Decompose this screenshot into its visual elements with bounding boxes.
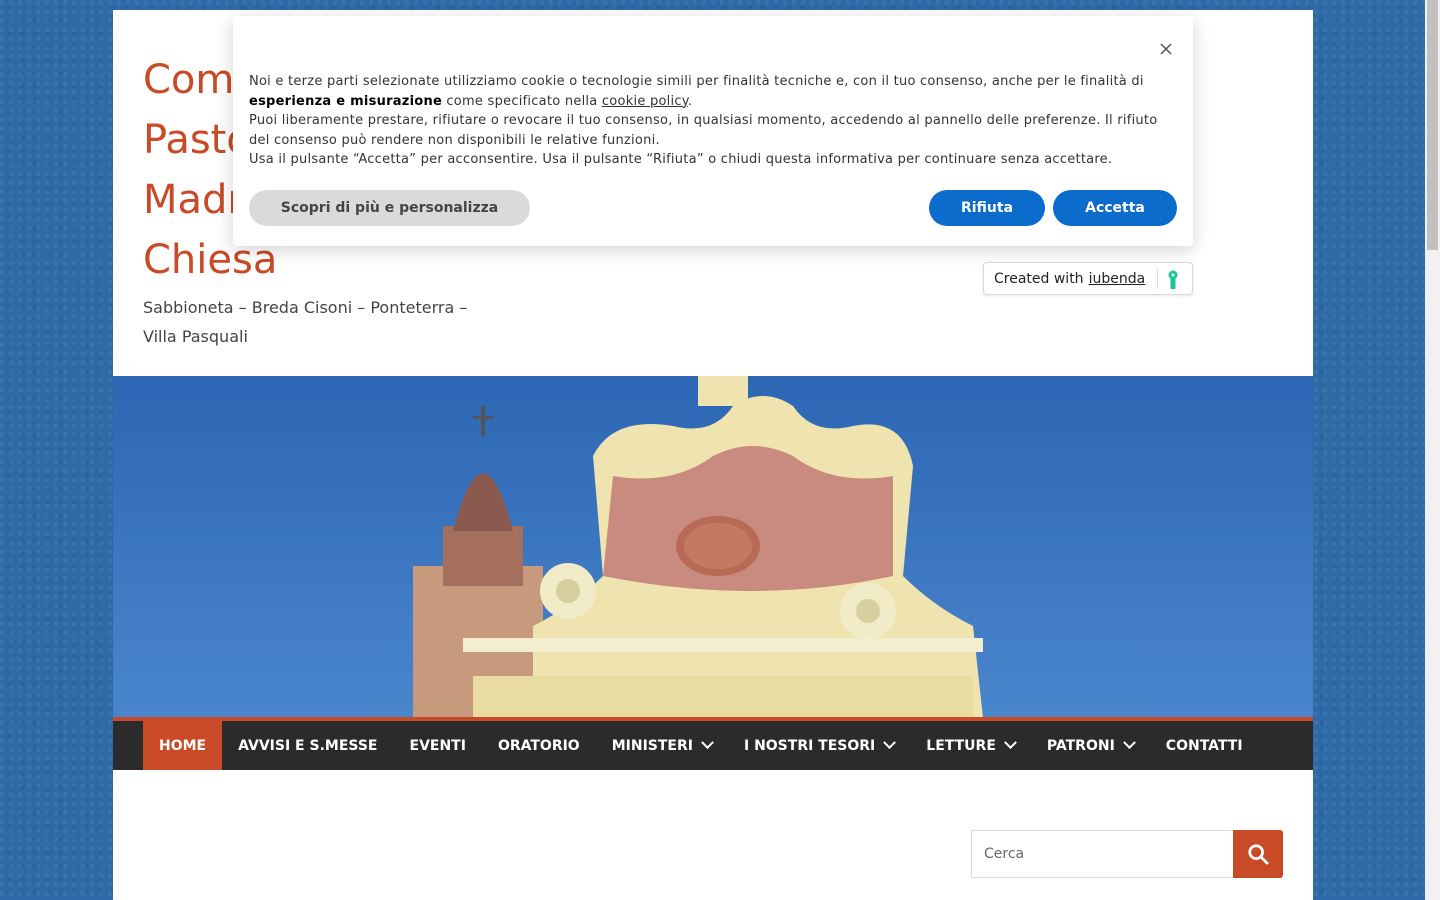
site-tagline: Sabbioneta – Breda Cisoni – Ponteterra –… <box>143 298 468 346</box>
search-input[interactable] <box>971 830 1233 878</box>
cookie-text-line: Puoi liberamente prestare, rifiutare o r… <box>249 113 1158 148</box>
iubenda-prefix: Created with <box>994 270 1084 287</box>
cookie-banner-text: Noi e terze parti selezionate utilizziam… <box>249 72 1169 170</box>
nav-item-eventi[interactable]: EVENTI <box>394 721 482 770</box>
cookie-policy-link[interactable]: cookie policy <box>602 94 688 109</box>
nav-item-label: ORATORIO <box>497 737 580 754</box>
nav-item-label: CONTATTI <box>1165 737 1243 754</box>
nav-item-label: MINISTERI <box>611 737 693 754</box>
cookie-text-part: . <box>687 93 693 109</box>
chevron-down-icon <box>883 736 897 750</box>
nav-item-label: HOME <box>159 737 207 754</box>
nav-item-oratorio[interactable]: ORATORIO <box>482 721 596 770</box>
nav-item-label: EVENTI <box>409 737 466 754</box>
close-icon <box>1160 43 1172 55</box>
search-icon <box>1248 844 1269 865</box>
iubenda-link[interactable]: iubenda <box>1089 271 1146 287</box>
nav-item-contatti[interactable]: CONTATTI <box>1150 721 1259 770</box>
scrollbar-thumb[interactable] <box>1427 0 1438 250</box>
nav-item-avvisi[interactable]: AVVISI E S.MESSE <box>222 721 393 770</box>
church-facade-image <box>113 376 1313 718</box>
divider <box>1157 269 1158 289</box>
nav-item-label: AVVISI E S.MESSE <box>238 737 378 754</box>
search-form <box>971 830 1283 878</box>
cookie-text-line: Usa il pulsante “Accetta” per acconsenti… <box>249 152 1113 167</box>
cookie-banner: Noi e terze parti selezionate utilizziam… <box>233 16 1193 246</box>
cookie-text-part: Noi e terze parti selezionate utilizziam… <box>249 74 1144 89</box>
nav-item-label: PATRONI <box>1046 737 1115 754</box>
main-navigation: HOME AVVISI E S.MESSE EVENTI ORATORIO MI… <box>113 721 1313 770</box>
nav-item-letture[interactable]: LETTURE <box>910 721 1031 770</box>
accept-button[interactable]: Accetta <box>1053 190 1177 226</box>
nav-item-label: I NOSTRI TESORI <box>743 737 876 754</box>
iubenda-badge[interactable]: Created with iubenda <box>983 262 1193 295</box>
nav-item-home[interactable]: HOME <box>143 721 223 770</box>
customize-button[interactable]: Scopri di più e personalizza <box>249 190 530 226</box>
chevron-down-icon <box>701 736 714 750</box>
nav-item-ministeri[interactable]: MINISTERI <box>596 721 728 770</box>
nav-item-label: LETTURE <box>926 737 996 754</box>
close-button[interactable] <box>1157 40 1175 58</box>
scrollbar-track[interactable] <box>1425 0 1440 900</box>
nav-item-tesori[interactable]: I NOSTRI TESORI <box>728 721 910 770</box>
header-image <box>113 376 1313 718</box>
nav-item-patroni[interactable]: PATRONI <box>1031 721 1150 770</box>
reject-button[interactable]: Rifiuta <box>929 190 1045 226</box>
iubenda-logo-icon <box>1168 270 1178 289</box>
search-button[interactable] <box>1233 830 1283 878</box>
cookie-text-part: come specificato nella <box>442 93 602 109</box>
chevron-down-icon <box>1004 736 1017 750</box>
chevron-down-icon <box>1122 736 1136 750</box>
cookie-text-bold: esperienza e misurazione <box>249 93 443 109</box>
